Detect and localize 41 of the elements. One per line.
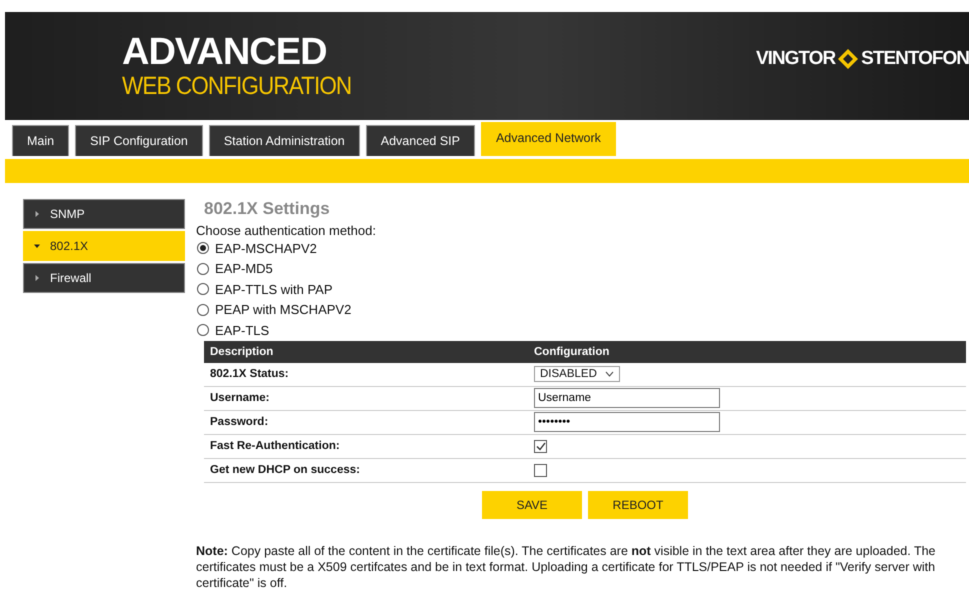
checkbox[interactable]	[534, 440, 547, 452]
radio-label: EAP-MD5	[215, 261, 273, 276]
nav-tab[interactable]: Station Administration	[208, 125, 360, 156]
logo-subtitle: WEB CONFIGURATION	[122, 72, 352, 100]
radio-button[interactable]	[197, 242, 209, 254]
sidebar-item[interactable]: SNMP	[23, 199, 185, 229]
action-button[interactable]: SAVE	[482, 490, 582, 518]
radio-button[interactable]	[197, 324, 209, 336]
radio-button[interactable]	[197, 304, 209, 316]
field-label: Username:	[204, 386, 528, 410]
nav-tab[interactable]: Advanced SIP	[366, 125, 475, 156]
field-label: Password:	[204, 410, 528, 434]
prompt-text: Choose authentication method:	[196, 223, 377, 238]
action-button[interactable]: REBOOT	[588, 490, 688, 518]
radio-label: EAP-TLS	[215, 322, 270, 338]
brand-name: STENTOFON	[861, 48, 969, 70]
input-field[interactable]: ••••••••	[534, 412, 720, 432]
radio-button[interactable]	[197, 283, 209, 296]
logo-title: ADVANCED	[122, 32, 328, 72]
sidebar-item[interactable]: 802.1X	[23, 231, 185, 261]
radio-label: PEAP with MSCHAPV2	[215, 302, 352, 318]
section-heading: 802.1X Settings	[204, 199, 331, 219]
chevron-down-icon	[604, 371, 614, 377]
nav-tab[interactable]: Main	[12, 125, 70, 156]
sidebar-item[interactable]: Firewall	[23, 263, 185, 293]
radio-label: EAP-TTLS with PAP	[215, 282, 333, 297]
field-label: Get new DHCP on success:	[204, 458, 528, 482]
nav-tab[interactable]: SIP Configuration	[75, 125, 203, 156]
input-field[interactable]: Username	[534, 388, 720, 408]
diamond-icon	[837, 48, 860, 70]
status-dropdown[interactable]: DISABLED	[534, 366, 620, 382]
radio-button[interactable]	[197, 262, 209, 275]
brand-name: VINGTOR	[756, 48, 836, 70]
field-label: 802.1X Status:	[204, 362, 528, 386]
note-text: Note: Copy paste all of the content in the certificate file(s). The certificates are not visible in the text area after they are uploaded. The certificates must be a X509 certifcates and be in text format. Uploading a certificate for TTLS/PEAP is not needed if "Verify server with certificate" is off.	[196, 542, 936, 590]
column-header: Configuration	[528, 340, 966, 362]
nav-tab[interactable]: Advanced Network	[480, 122, 616, 156]
checkbox[interactable]	[534, 464, 547, 476]
radio-label: EAP-MSCHAPV2	[215, 240, 317, 256]
column-header: Description	[204, 340, 528, 362]
field-label: Fast Re-Authentication:	[204, 434, 528, 458]
